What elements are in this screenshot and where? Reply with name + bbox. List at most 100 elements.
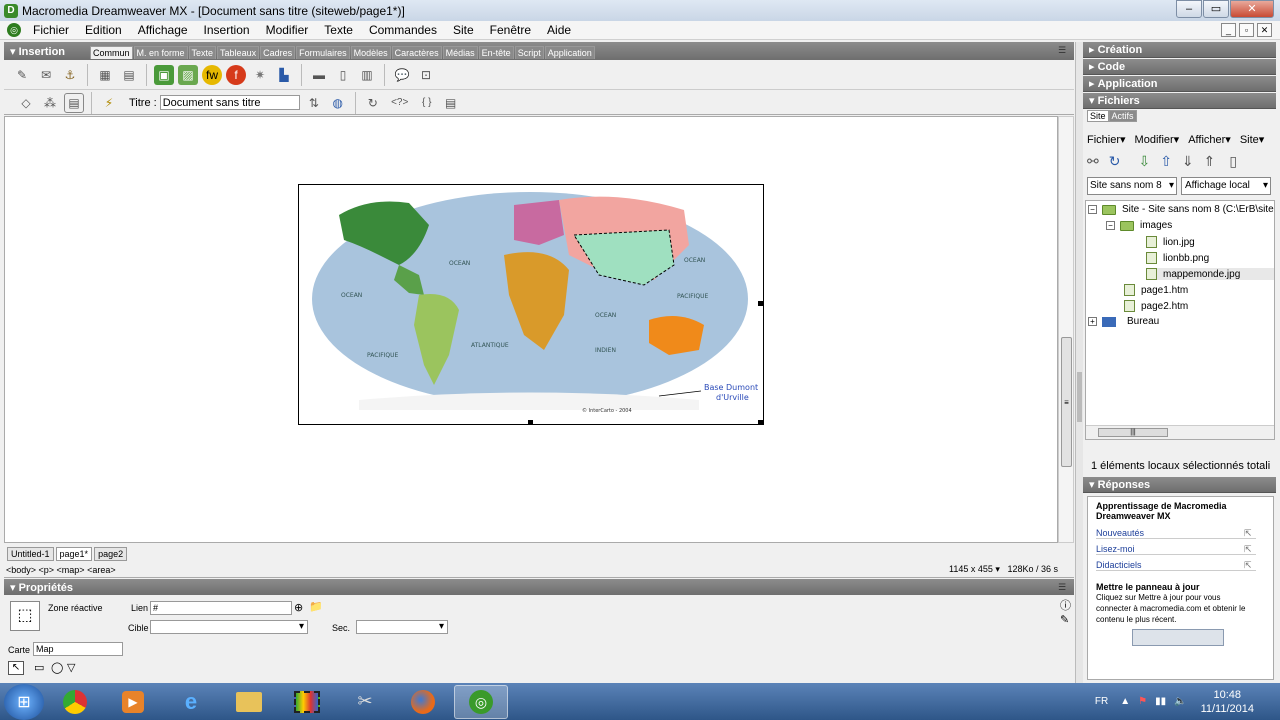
language-indicator[interactable]: FR <box>1095 696 1108 707</box>
tree-horizontal-scrollbar[interactable]: ||| <box>1086 425 1274 439</box>
world-map-image[interactable]: OCEAN OCEAN OCEAN PACIFIQUE ATLANTIQUE O… <box>298 184 764 425</box>
code-panel[interactable]: ▸ Code <box>1083 59 1276 75</box>
close-button[interactable]: ✕ <box>1230 0 1274 18</box>
view-options-icon[interactable]: ▤ <box>441 93 461 113</box>
menu-insertion[interactable]: Insertion <box>196 23 258 37</box>
menu-edition[interactable]: Edition <box>77 23 130 37</box>
check-out-icon[interactable]: ⇓ <box>1182 153 1194 170</box>
view-select[interactable]: Affichage local ▾ <box>1181 177 1271 195</box>
menu-commandes[interactable]: Commandes <box>361 23 445 37</box>
files-menu-modifier[interactable]: Modifier▾ <box>1135 133 1180 146</box>
oval-hotspot-tool-icon[interactable]: ◯ <box>51 661 63 674</box>
hyperlink-icon[interactable]: ✎ <box>12 65 32 85</box>
rollover-icon[interactable]: ▙ <box>274 65 294 85</box>
resize-handle-corner[interactable] <box>758 420 763 425</box>
preview-browser-icon[interactable]: ◍ <box>328 93 348 113</box>
email-link-icon[interactable]: ✉ <box>36 65 56 85</box>
image-placeholder-icon[interactable]: ▨ <box>178 64 198 85</box>
live-data-icon[interactable]: ⚡ <box>99 93 119 113</box>
taskbar-media-player-icon[interactable]: ▶ <box>106 685 160 719</box>
answers-link-nouveautes[interactable]: Nouveautés <box>1096 528 1256 539</box>
check-in-icon[interactable]: ⇑ <box>1204 153 1216 170</box>
tab-caracteres[interactable]: Caractères <box>391 46 442 59</box>
tree-desktop[interactable]: + Bureau <box>1088 316 1159 327</box>
polygon-hotspot-tool-icon[interactable]: ▽ <box>67 661 75 674</box>
navigation-bar-icon[interactable]: ✷ <box>250 65 270 85</box>
tab-actifs[interactable]: Actifs <box>1108 110 1137 122</box>
insertion-label[interactable]: ▾ Insertion <box>4 45 90 58</box>
edit-icon[interactable]: ✎ <box>1060 613 1069 626</box>
flash-icon[interactable]: f <box>226 64 246 85</box>
tab-script[interactable]: Script <box>514 46 544 59</box>
design-view-icon[interactable]: ▤ <box>64 92 84 113</box>
menu-modifier[interactable]: Modifier <box>258 23 317 37</box>
tag-selector[interactable]: <body> <p> <map> <area> <box>6 565 116 575</box>
taskbar-explorer-icon[interactable] <box>222 685 276 719</box>
doc-tab-page1[interactable]: page1* <box>55 547 93 561</box>
taskbar-dreamweaver-icon[interactable]: ◎ <box>454 684 508 719</box>
tree-folder-images[interactable]: − images <box>1106 220 1172 231</box>
start-button[interactable]: ⊞ <box>4 683 44 720</box>
tab-modeles[interactable]: Modèles <box>350 46 391 59</box>
doc-close-button[interactable]: ✕ <box>1257 23 1272 37</box>
image-icon[interactable]: ▣ <box>154 64 174 85</box>
horizontal-rule-icon[interactable]: ▬ <box>309 65 329 85</box>
doc-tab-page2[interactable]: page2 <box>94 547 128 561</box>
carte-input[interactable]: Map <box>33 642 123 656</box>
tag-chooser-icon[interactable]: ⊡ <box>416 65 436 85</box>
open-link-icon-3[interactable]: ⇱ <box>1244 560 1252 571</box>
sec-select[interactable] <box>356 620 448 634</box>
tab-application[interactable]: Application <box>544 46 595 59</box>
answers-link-didacticiels[interactable]: Didacticiels <box>1096 560 1256 571</box>
properties-options-icon[interactable]: ☰ <box>1058 582 1068 592</box>
reference-icon[interactable]: <?> <box>387 93 413 113</box>
maximize-button[interactable]: ▭ <box>1203 0 1229 18</box>
file-management-icon[interactable]: ⇅ <box>304 93 324 113</box>
menu-affichage[interactable]: Affichage <box>130 23 196 37</box>
vertical-scrollbar[interactable]: ≡ <box>1058 116 1074 543</box>
volume-icon[interactable]: 🔈 <box>1174 696 1186 707</box>
network-icon[interactable]: ▮▮ <box>1155 696 1166 707</box>
taskbar-chrome-icon[interactable] <box>48 685 102 719</box>
resize-handle-bottom[interactable] <box>528 420 533 425</box>
taskbar-internet-explorer-icon[interactable]: e <box>164 685 218 719</box>
panel-splitter[interactable] <box>1075 42 1083 683</box>
anchor-icon[interactable]: ⚓ <box>60 65 80 85</box>
show-hidden-icons-icon[interactable]: ▲ <box>1120 696 1130 707</box>
refresh-files-icon[interactable]: ↻ <box>1109 153 1121 170</box>
scrollbar-thumb[interactable]: ≡ <box>1061 337 1072 467</box>
table-icon[interactable]: ▦ <box>95 65 115 85</box>
tab-formulaires[interactable]: Formulaires <box>296 46 350 59</box>
tab-texte[interactable]: Texte <box>188 46 217 59</box>
tree-site-root[interactable]: − Site - Site sans nom 8 (C:\ErB\site <box>1088 204 1274 215</box>
fireworks-icon[interactable]: fw <box>202 64 222 85</box>
date-icon[interactable]: ▯ <box>333 65 353 85</box>
browse-folder-icon[interactable]: 📁 <box>309 600 323 613</box>
cible-select[interactable] <box>150 620 308 634</box>
menu-fenetre[interactable]: Fenêtre <box>482 23 539 37</box>
menu-aide[interactable]: Aide <box>539 23 579 37</box>
panel-options-icon[interactable]: ☰ <box>1058 45 1068 55</box>
taskbar-movie-maker-icon[interactable] <box>280 685 334 719</box>
code-navigation-icon[interactable]: { } <box>417 93 437 113</box>
open-link-icon-2[interactable]: ⇱ <box>1244 544 1252 555</box>
tree-file-lion-jpg[interactable]: lion.jpg <box>1146 236 1195 248</box>
splitter-handle[interactable] <box>1077 372 1082 422</box>
point-to-file-icon[interactable]: ⊕ <box>294 601 303 614</box>
taskbar-firefox-icon[interactable] <box>396 685 450 719</box>
tab-mise-en-forme[interactable]: M. en forme <box>133 46 188 59</box>
split-view-icon[interactable]: ⁂ <box>40 93 60 113</box>
tree-file-mappemonde-jpg[interactable]: mappemonde.jpg <box>1146 268 1274 280</box>
menu-fichier[interactable]: Fichier <box>25 23 77 37</box>
taskbar-snipping-tool-icon[interactable]: ✂ <box>338 685 392 719</box>
fichiers-panel[interactable]: ▾ Fichiers <box>1083 93 1276 109</box>
expand-panel-icon[interactable]: ▯ <box>1229 153 1237 170</box>
files-menu-fichier[interactable]: Fichier▾ <box>1087 133 1126 146</box>
connect-icon[interactable]: ⚯ <box>1087 153 1099 170</box>
minimize-button[interactable]: – <box>1176 0 1202 18</box>
title-input[interactable] <box>159 95 300 110</box>
tab-en-tete[interactable]: En-tête <box>478 46 514 59</box>
open-link-icon-1[interactable]: ⇱ <box>1244 528 1252 539</box>
tab-site[interactable]: Site <box>1087 110 1109 122</box>
menu-site[interactable]: Site <box>445 23 482 37</box>
